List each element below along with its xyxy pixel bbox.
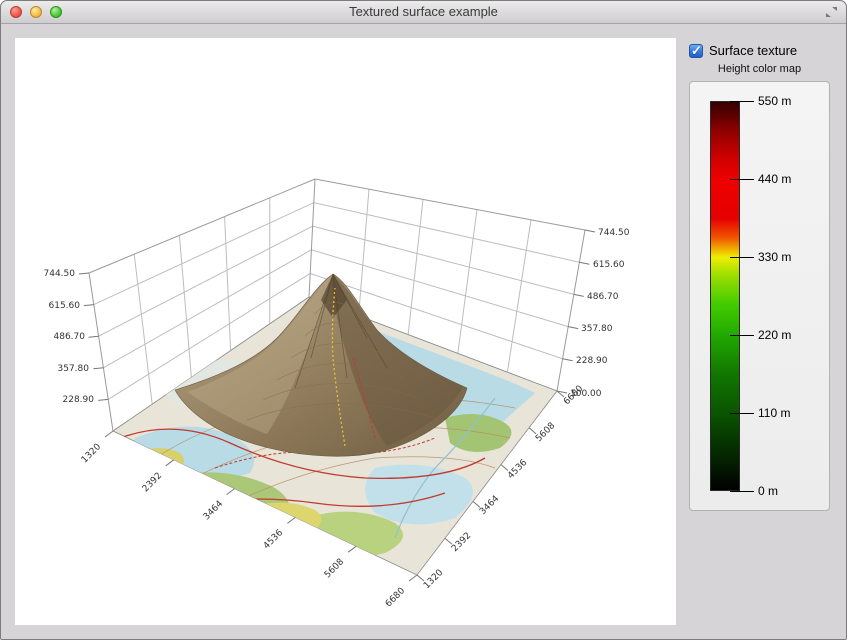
legend-tick-line <box>730 179 754 180</box>
z-axis-tick-label: 486.70 <box>587 292 619 302</box>
window-title: Textured surface example <box>1 1 846 23</box>
surface-texture-row: ✓ Surface texture <box>689 43 797 58</box>
z-axis-tick-label: 228.90 <box>576 356 608 366</box>
height-colormap-legend: 550 m 440 m 330 m 220 m 110 m 0 m <box>689 81 830 511</box>
legend-tick-label: 220 m <box>758 328 818 342</box>
title-bar[interactable]: Textured surface example <box>1 1 846 24</box>
plot-canvas[interactable]: 744.50 615.60 486.70 357.80 228.90 744.5… <box>15 38 676 625</box>
y-axis-tick-label: 4536 <box>506 458 529 481</box>
z-axis-tick-label: 615.60 <box>49 301 81 311</box>
z-axis-tick-label: 228.90 <box>63 395 95 405</box>
legend-tick-label: 330 m <box>758 250 818 264</box>
y-axis-tick-label: 1320 <box>422 568 445 591</box>
z-axis-tick-label: 744.50 <box>598 228 630 238</box>
surface-texture-label: Surface texture <box>709 43 797 58</box>
legend-tick-label: 550 m <box>758 94 818 108</box>
legend-tick-line <box>730 491 754 492</box>
close-button[interactable] <box>10 6 22 18</box>
legend-tick-line <box>730 413 754 414</box>
app-window: Textured surface example <box>0 0 847 640</box>
legend-tick-line <box>730 101 754 102</box>
y-axis-tick-label: 3464 <box>478 494 501 517</box>
x-axis-tick-label: 5608 <box>323 557 346 580</box>
z-axis-tick-label: 357.80 <box>581 324 613 334</box>
y-axis-tick-label: 5608 <box>534 421 557 444</box>
z-axis-tick-label: 357.80 <box>58 364 90 374</box>
x-axis-tick-label: 1320 <box>80 442 103 465</box>
legend-tick-line <box>730 335 754 336</box>
surface-texture-checkbox[interactable]: ✓ <box>689 44 703 58</box>
z-axis-tick-label: 744.50 <box>44 269 76 279</box>
legend-tick-label: 110 m <box>758 406 818 420</box>
fullscreen-icon[interactable] <box>825 6 838 18</box>
traffic-lights <box>10 6 62 18</box>
checkmark-icon: ✓ <box>691 43 702 59</box>
minimize-button[interactable] <box>30 6 42 18</box>
zoom-button[interactable] <box>50 6 62 18</box>
x-axis-tick-label: 6680 <box>384 586 407 609</box>
z-axis-tick-label: 486.70 <box>54 332 86 342</box>
colormap-title: Height color map <box>689 63 830 75</box>
x-axis-tick-label: 3464 <box>202 499 225 522</box>
legend-tick-label: 0 m <box>758 484 818 498</box>
z-axis-tick-label: 615.60 <box>593 260 625 270</box>
legend-tick-line <box>730 257 754 258</box>
colormap-gradient <box>710 101 740 491</box>
x-axis-tick-label: 2392 <box>141 471 164 494</box>
x-axis-tick-label: 4536 <box>262 528 285 551</box>
legend-tick-label: 440 m <box>758 172 818 186</box>
y-axis-tick-label: 2392 <box>450 531 473 554</box>
surface-plot[interactable]: 744.50 615.60 486.70 357.80 228.90 744.5… <box>15 38 676 625</box>
